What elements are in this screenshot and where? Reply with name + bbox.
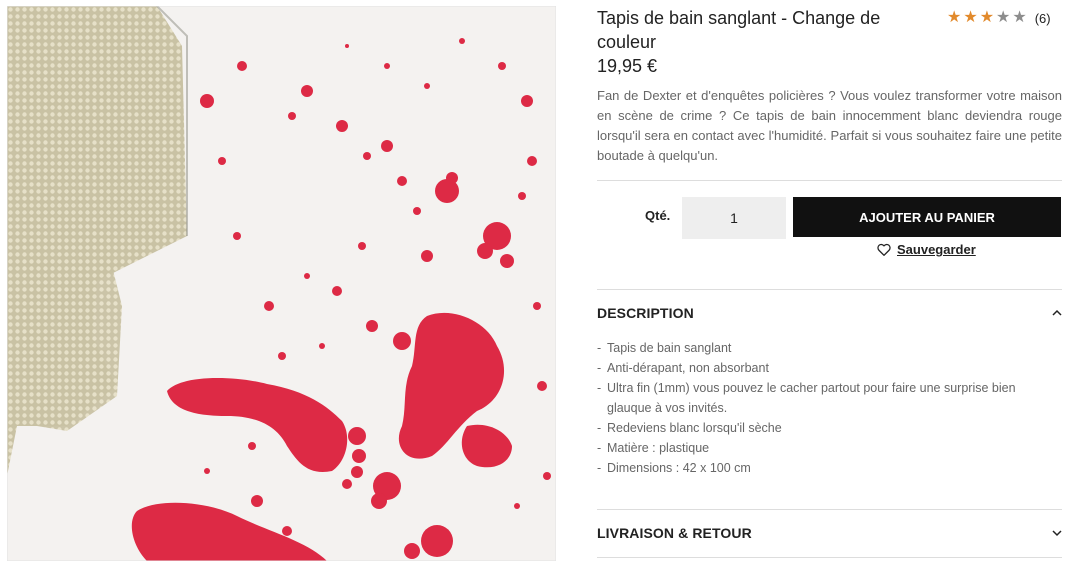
star-icon: ★ <box>996 9 1011 26</box>
save-button[interactable]: Sauvegarder <box>877 242 976 257</box>
product-title: Tapis de bain sanglant - Change de coule… <box>597 8 881 52</box>
divider <box>597 557 1062 558</box>
description-section-header[interactable]: DESCRIPTION <box>597 301 1062 325</box>
list-item: Ultra fin (1mm) vous pouvez le cacher pa… <box>597 378 1037 418</box>
rating-count[interactable]: (6) <box>1035 11 1051 26</box>
list-item: Anti-dérapant, non absorbant <box>597 358 1037 378</box>
divider <box>597 180 1062 181</box>
rating[interactable]: ★ ★ ★ ★ ★ (6) <box>947 10 1051 26</box>
section-title-shipping: LIVRAISON & RETOUR <box>597 525 752 541</box>
chevron-down-icon <box>1052 530 1062 537</box>
section-title-description: DESCRIPTION <box>597 305 694 321</box>
quantity-input[interactable] <box>682 197 786 239</box>
list-item: Dimensions : 42 x 100 cm <box>597 458 1037 478</box>
list-item: Matière : plastique <box>597 438 1037 458</box>
add-to-cart-button[interactable]: AJOUTER AU PANIER <box>793 197 1061 237</box>
qty-label: Qté. <box>645 208 671 223</box>
star-icon: ★ <box>963 9 978 26</box>
product-description: Fan de Dexter et d'enquêtes policières ?… <box>597 88 1062 163</box>
description-list: Tapis de bain sanglant Anti-dérapant, no… <box>597 338 1037 478</box>
list-item: Redeviens blanc lorsqu'il sèche <box>597 418 1037 438</box>
star-icon: ★ <box>1012 9 1027 26</box>
star-icon: ★ <box>947 9 962 26</box>
shipping-section-header[interactable]: LIVRAISON & RETOUR <box>597 521 1062 545</box>
list-item: Tapis de bain sanglant <box>597 338 1037 358</box>
divider <box>597 509 1062 510</box>
star-icon: ★ <box>979 9 995 26</box>
save-label: Sauvegarder <box>897 242 976 257</box>
product-image <box>7 6 556 561</box>
product-price: 19,95 € <box>597 56 658 76</box>
chevron-up-icon <box>1052 309 1062 316</box>
divider <box>597 289 1062 290</box>
heart-icon <box>877 243 891 256</box>
